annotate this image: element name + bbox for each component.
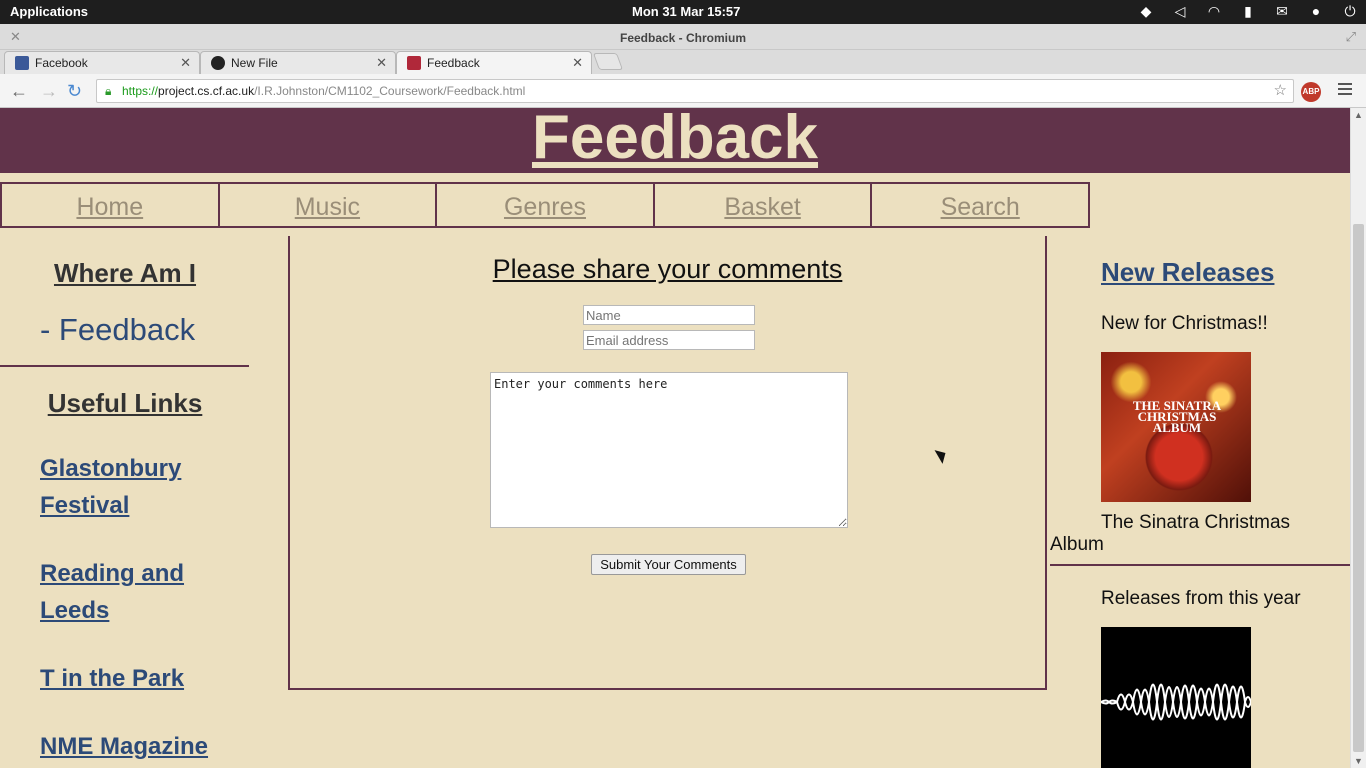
comments-textarea[interactable]: Enter your comments here — [490, 372, 848, 528]
mail-icon[interactable]: ✉ — [1274, 3, 1290, 19]
maximize-icon[interactable]: ⤢ — [1346, 29, 1356, 45]
useful-links-heading: Useful Links — [47, 388, 203, 418]
window-title: Feedback - Chromium — [619, 31, 747, 45]
breadcrumb: - Feedback — [40, 312, 196, 347]
where-am-i-heading: Where Am I — [53, 258, 197, 288]
tab-new-file[interactable]: New File ✕ — [200, 51, 396, 74]
window-titlebar: ✕ Feedback - Chromium ⤢ — [0, 24, 1366, 50]
back-icon[interactable]: ← — [10, 81, 28, 102]
site-nav: Home Music Genres Basket Search — [0, 182, 1090, 228]
submit-comments-button[interactable]: Submit Your Comments — [591, 554, 746, 575]
cscs-icon — [407, 56, 421, 70]
dropbox-icon[interactable]: ◆ — [1138, 3, 1154, 19]
system-tray: ◆ ◁ ◠ ▮ ✉ ● ⏻ — [1138, 3, 1358, 19]
scroll-up-icon[interactable]: ▲ — [1354, 110, 1363, 120]
nav-music[interactable]: Music — [220, 184, 438, 226]
page-scrollbar[interactable]: ▲ ▼ — [1350, 108, 1366, 768]
browser-toolbar: ← → ↻ 🔒︎ https://project.cs.cf.ac.uk/I.R… — [0, 74, 1366, 108]
soundwave-icon — [1101, 683, 1251, 721]
useful-links-list: Glastonbury Festival Reading and Leeds T… — [40, 450, 240, 768]
tab-label: Facebook — [35, 56, 88, 70]
battery-icon[interactable]: ▮ — [1240, 3, 1256, 19]
url-text: https://project.cs.cf.ac.uk/I.R.Johnston… — [122, 84, 526, 98]
reload-icon[interactable]: ↻ — [67, 81, 82, 102]
page-banner: Feedback — [0, 108, 1350, 173]
close-tab-icon[interactable]: ✕ — [376, 55, 387, 71]
applications-menu[interactable]: Applications — [10, 4, 88, 19]
divider — [0, 365, 249, 367]
user-icon[interactable]: ● — [1308, 3, 1324, 19]
link-t-in-the-park[interactable]: T in the Park — [40, 660, 240, 697]
close-tab-icon[interactable]: ✕ — [572, 55, 583, 71]
bookmark-star-icon[interactable]: ☆ — [1274, 80, 1287, 102]
facebook-icon — [15, 56, 29, 70]
nav-home[interactable]: Home — [2, 184, 220, 226]
tab-label: Feedback — [427, 56, 480, 70]
nav-genres[interactable]: Genres — [437, 184, 655, 226]
page-viewport: Feedback Home Music Genres Basket Search… — [0, 108, 1350, 768]
volume-muted-icon[interactable]: ◁ — [1172, 3, 1188, 19]
power-icon[interactable]: ⏻ — [1342, 3, 1358, 19]
forward-icon[interactable]: → — [40, 81, 58, 102]
link-reading-leeds[interactable]: Reading and Leeds — [40, 555, 240, 629]
lock-icon: 🔒︎ — [105, 84, 112, 98]
tab-facebook[interactable]: Facebook ✕ — [4, 51, 200, 74]
nav-basket[interactable]: Basket — [655, 184, 873, 226]
arctic-monkeys-album-cover[interactable] — [1101, 627, 1251, 768]
scroll-down-icon[interactable]: ▼ — [1354, 756, 1363, 766]
nav-search[interactable]: Search — [872, 184, 1088, 226]
page-title: Feedback — [531, 108, 819, 172]
address-bar[interactable]: 🔒︎ https://project.cs.cf.ac.uk/I.R.Johns… — [96, 79, 1294, 103]
divider — [1050, 564, 1350, 566]
chrome-menu-icon[interactable] — [1338, 83, 1352, 98]
system-top-bar: Applications Mon 31 Mar 15:57 ◆ ◁ ◠ ▮ ✉ … — [0, 0, 1366, 24]
scrollbar-thumb[interactable] — [1353, 224, 1364, 752]
adblock-plus-icon[interactable]: ABP — [1301, 82, 1321, 102]
new-releases-heading: New Releases — [1101, 257, 1275, 287]
close-tab-icon[interactable]: ✕ — [180, 55, 191, 71]
link-nme-magazine[interactable]: NME Magazine — [40, 728, 240, 765]
form-heading: Please share your comments — [492, 254, 843, 284]
tab-label: New File — [231, 56, 278, 70]
releases-year-heading: Releases from this year — [1101, 588, 1301, 609]
link-glastonbury[interactable]: Glastonbury Festival — [40, 450, 240, 524]
system-clock[interactable]: Mon 31 Mar 15:57 — [632, 4, 740, 19]
email-input[interactable] — [583, 330, 755, 350]
github-icon — [211, 56, 225, 70]
album-caption: The Sinatra Christmas Album — [1050, 512, 1291, 555]
album-cover-text: THE SINATRA CHRISTMAS ALBUM — [1132, 398, 1222, 435]
tab-feedback[interactable]: Feedback ✕ — [396, 51, 592, 74]
new-releases-subtitle: New for Christmas!! — [1101, 313, 1268, 334]
feedback-form-panel: Please share your comments Enter your co… — [288, 236, 1047, 690]
wifi-icon[interactable]: ◠ — [1206, 3, 1222, 19]
name-input[interactable] — [583, 305, 755, 325]
sinatra-album-cover[interactable]: THE SINATRA CHRISTMAS ALBUM — [1101, 352, 1251, 502]
tab-strip: Facebook ✕ New File ✕ Feedback ✕ — [0, 50, 1366, 74]
